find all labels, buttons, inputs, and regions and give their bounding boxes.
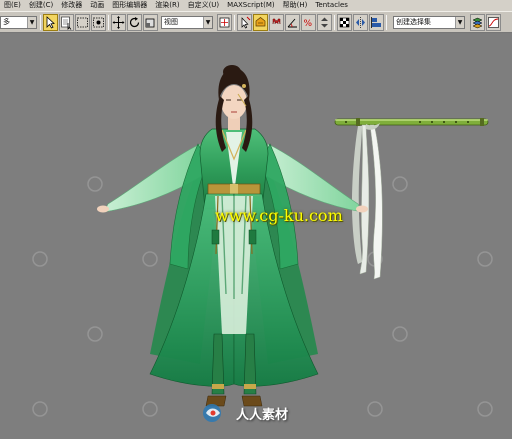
move-button[interactable] — [111, 14, 126, 31]
select-and-manipulate-button[interactable] — [237, 14, 252, 31]
scale-button[interactable] — [143, 14, 158, 31]
percent-snap-button[interactable]: % — [301, 14, 316, 31]
chevron-down-icon: ▼ — [203, 17, 212, 28]
toolbar-separator — [334, 15, 335, 30]
toolbar-separator — [386, 15, 387, 30]
menu-customize[interactable]: 自定义(U) — [184, 0, 224, 11]
character-model[interactable] — [97, 65, 368, 407]
manipulate-icon — [241, 16, 251, 29]
mirror-button[interactable] — [353, 14, 368, 31]
angle-snap-button[interactable] — [285, 14, 300, 31]
curve-editor-button[interactable] — [486, 14, 501, 31]
toolbar-separator — [40, 15, 41, 30]
spinner-snap-icon — [321, 17, 328, 28]
viewport-scene — [32, 65, 493, 417]
chevron-down-icon: ▼ — [27, 17, 36, 28]
align-button[interactable] — [369, 14, 384, 31]
move-arrows-icon — [112, 16, 125, 29]
magnet-snap-icon — [272, 18, 281, 25]
flute-prop[interactable] — [334, 118, 489, 280]
menu-bar: 图(E) 创建(C) 修改器 动画 图形编辑器 渲染(R) 自定义(U) MAX… — [0, 0, 512, 11]
main-toolbar: 多 ▼ 视图 ▼ % 创建选择集 ▼ — [0, 11, 512, 33]
rotate-icon — [129, 17, 140, 28]
menu-help[interactable]: 帮助(H) — [279, 0, 312, 11]
select-list-icon — [61, 16, 72, 30]
edit-named-selection-button[interactable] — [337, 14, 352, 31]
menu-maxscript[interactable]: MAXScript(M) — [223, 0, 278, 11]
menu-graph-editors[interactable]: 图形编辑器 — [108, 0, 151, 11]
snaps-toggle-button[interactable] — [269, 14, 284, 31]
menu-tentacles[interactable]: Tentacles — [311, 0, 352, 11]
cursor-arrow-icon — [46, 16, 55, 29]
scale-icon — [145, 18, 155, 28]
select-object-button[interactable] — [43, 14, 58, 31]
layers-icon — [472, 17, 483, 29]
menu-rendering[interactable]: 渲染(R) — [151, 0, 183, 11]
keyboard-shortcut-override-button[interactable] — [253, 14, 268, 31]
window-crossing-icon — [93, 17, 104, 28]
checker-icon — [339, 17, 350, 28]
svg-text:%: % — [304, 19, 313, 29]
align-icon — [371, 17, 381, 28]
watermark-brand-text: 人人素材 — [236, 408, 289, 423]
menu-edit[interactable]: 图(E) — [0, 0, 25, 11]
curve-editor-icon — [488, 17, 499, 28]
reference-coordinate-value: 视图 — [164, 18, 178, 26]
menu-modifiers[interactable]: 修改器 — [57, 0, 86, 11]
reference-coordinate-dropdown[interactable]: 视图 ▼ — [161, 16, 213, 29]
menu-animation[interactable]: 动画 — [86, 0, 108, 11]
dashed-rectangle-icon — [77, 17, 88, 28]
keyboard-shortcut-icon — [255, 17, 266, 27]
rotate-button[interactable] — [127, 14, 142, 31]
watermark-url-text: www.cg-ku.com — [215, 206, 343, 225]
mirror-icon — [356, 17, 365, 28]
named-selection-set-dropdown[interactable]: 创建选择集 ▼ — [393, 16, 465, 29]
select-by-name-button[interactable] — [59, 14, 74, 31]
named-selection-set-value: 创建选择集 — [396, 18, 431, 26]
pivot-center-icon — [219, 17, 230, 28]
selection-filter-value: 多 — [3, 18, 10, 26]
rectangular-selection-button[interactable] — [75, 14, 90, 31]
spinner-snap-button[interactable] — [317, 14, 332, 31]
angle-snap-icon — [287, 18, 297, 28]
watermark-logo-icon — [203, 404, 221, 422]
selection-filter-dropdown[interactable]: 多 ▼ — [0, 16, 37, 29]
window-crossing-button[interactable] — [91, 14, 106, 31]
toolbar-separator — [234, 15, 235, 30]
chevron-down-icon: ▼ — [455, 17, 464, 28]
pivot-center-button[interactable] — [217, 14, 232, 31]
perspective-viewport[interactable]: www.cg-ku.com 人人素材 — [0, 34, 512, 439]
toolbar-separator — [108, 15, 109, 30]
percent-snap-icon: % — [304, 19, 313, 29]
menu-create[interactable]: 创建(C) — [25, 0, 57, 11]
layer-manager-button[interactable] — [470, 14, 485, 31]
